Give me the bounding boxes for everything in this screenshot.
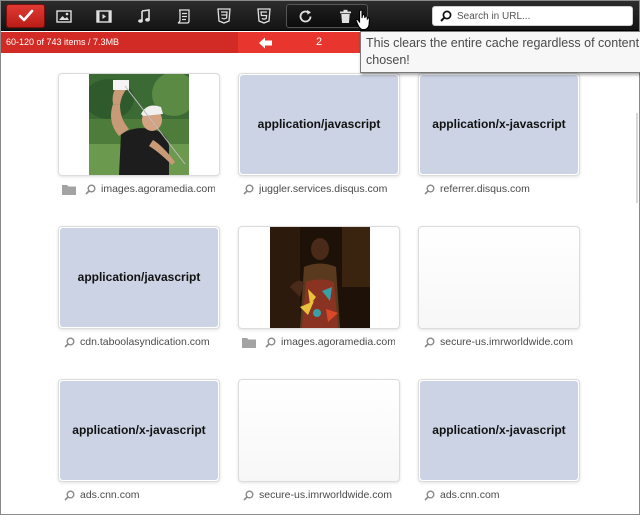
portrait-thumbnail [270, 227, 370, 328]
mime-type-label: application/x-javascript [420, 75, 578, 174]
scrollbar[interactable] [635, 53, 639, 203]
clear-cache-tooltip: This clears the entire cache regardless … [360, 31, 640, 73]
cache-item-card[interactable] [238, 226, 400, 329]
refresh-button[interactable] [287, 4, 324, 28]
refresh-icon [299, 9, 312, 22]
checkmark-icon [18, 9, 33, 22]
cache-item-card[interactable]: application/x-javascript [418, 379, 580, 482]
current-page-number: 2 [316, 36, 323, 48]
item-domain-caption: cdn.taboolasyndication.com [80, 336, 210, 348]
cache-item-card[interactable]: application/x-javascript [418, 73, 580, 176]
mime-type-label: application/javascript [240, 75, 398, 174]
music-icon [137, 8, 150, 23]
cache-item-grid: application/javascript application/x-jav… [1, 53, 639, 514]
magnifier-icon[interactable] [265, 337, 276, 348]
item-domain-caption: referrer.disqus.com [440, 183, 530, 195]
filter-images-button[interactable] [45, 4, 82, 28]
mime-type-label: application/x-javascript [420, 381, 578, 480]
cache-item-card[interactable]: application/javascript [58, 226, 220, 329]
trash-icon [340, 9, 351, 23]
search-input[interactable] [457, 7, 627, 25]
filter-scripts-button[interactable] [165, 4, 202, 28]
item-domain-caption: secure-us.imrworldwide.com [259, 489, 393, 501]
filter-all-button[interactable] [6, 4, 45, 28]
mime-type-label: application/javascript [60, 228, 218, 327]
search-icon [440, 10, 452, 22]
previous-page-icon[interactable] [258, 36, 274, 50]
magnifier-icon[interactable] [424, 184, 435, 195]
item-domain-caption: ads.cnn.com [440, 489, 500, 501]
magnifier-icon[interactable] [85, 184, 96, 195]
cache-item-card[interactable] [418, 226, 580, 329]
filter-css-button[interactable] [205, 4, 242, 28]
golfer-thumbnail [89, 74, 189, 175]
magnifier-icon[interactable] [243, 490, 254, 501]
hand-cursor-icon [355, 9, 370, 30]
cache-item-card[interactable]: application/javascript [238, 73, 400, 176]
filter-video-button[interactable] [85, 4, 122, 28]
item-domain-caption: images.agoramedia.com [101, 183, 215, 195]
search-box[interactable] [432, 6, 633, 26]
filter-audio-button[interactable] [125, 4, 162, 28]
item-count-text: 60-120 of 743 items / 7.3MB [6, 37, 120, 47]
magnifier-icon[interactable] [424, 490, 435, 501]
cache-item-card[interactable]: application/x-javascript [58, 379, 220, 482]
mime-type-label: application/x-javascript [60, 381, 218, 480]
item-domain-caption: ads.cnn.com [80, 489, 140, 501]
css3-icon [216, 8, 231, 24]
item-domain-caption: images.agoramedia.com [281, 336, 395, 348]
script-icon [177, 8, 190, 24]
toolbar [1, 1, 639, 31]
folder-icon[interactable] [62, 184, 76, 195]
magnifier-icon[interactable] [424, 337, 435, 348]
folder-icon[interactable] [242, 337, 256, 348]
magnifier-icon[interactable] [243, 184, 254, 195]
item-domain-caption: juggler.services.disqus.com [259, 183, 388, 195]
magnifier-icon[interactable] [64, 490, 75, 501]
item-domain-caption: secure-us.imrworldwide.com [440, 336, 574, 348]
image-icon [55, 9, 72, 23]
video-icon [95, 9, 112, 23]
html5-icon [256, 8, 271, 24]
magnifier-icon[interactable] [64, 337, 75, 348]
cache-item-card[interactable] [238, 379, 400, 482]
cache-item-card[interactable] [58, 73, 220, 176]
filter-html-button[interactable] [245, 4, 282, 28]
